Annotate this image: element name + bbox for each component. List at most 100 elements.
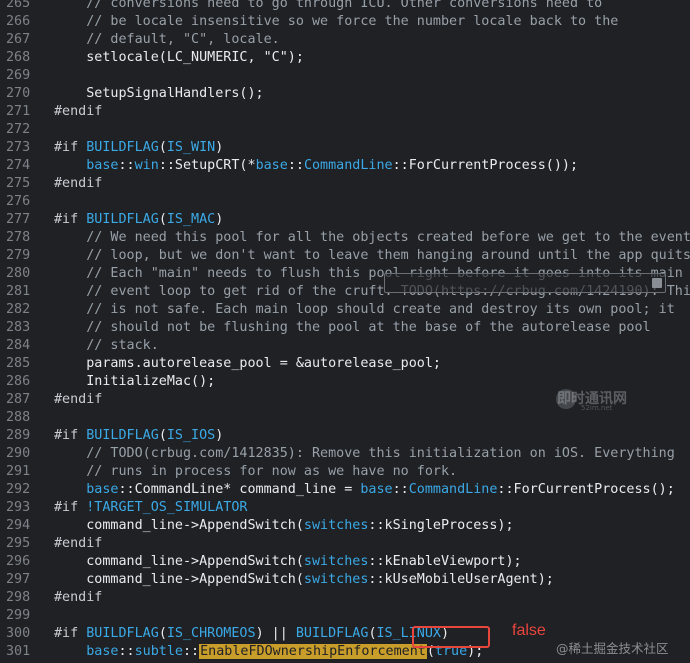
code-line[interactable]: 266 // be locale insensitive so we force… bbox=[0, 13, 690, 31]
line-number: 277 bbox=[6, 212, 31, 227]
code-token: IS_IOS bbox=[166, 428, 216, 443]
line-number: 295 bbox=[6, 536, 31, 551]
code-line[interactable]: 298 #endif bbox=[0, 589, 690, 607]
code-line[interactable]: 295 #endif bbox=[0, 535, 690, 553]
watermark-footer: @稀土掘金技术社区 bbox=[556, 641, 669, 656]
line-number: 266 bbox=[6, 14, 31, 29]
code-token: ::ForCurrentProcess(); bbox=[497, 482, 675, 497]
code-text: #if BUILDFLAG(IS_IOS) bbox=[54, 427, 223, 445]
code-token: BUILDFLAG bbox=[86, 428, 159, 443]
line-number: 294 bbox=[6, 518, 31, 533]
code-token: switches bbox=[303, 554, 369, 569]
code-token: :: bbox=[118, 644, 135, 659]
line-number: 268 bbox=[6, 50, 31, 65]
code-token: #if bbox=[54, 500, 87, 515]
code-token: // We need this pool for all the objects… bbox=[54, 230, 690, 245]
code-line[interactable]: 273 #if BUILDFLAG(IS_WIN) bbox=[0, 139, 690, 157]
code-editor[interactable]: 265 // conversions need to go through IC… bbox=[0, 0, 690, 663]
line-number: 285 bbox=[6, 356, 31, 371]
code-token: ::ForCurrentProcess()); bbox=[392, 158, 579, 173]
code-text: InitializeMac(); bbox=[54, 373, 215, 391]
code-line[interactable]: 270 SetupSignalHandlers(); bbox=[0, 85, 690, 103]
code-token: base bbox=[255, 158, 288, 173]
code-token: SetupSignalHandlers(); bbox=[54, 86, 264, 101]
code-line[interactable]: 292 base::CommandLine* command_line = ba… bbox=[0, 481, 690, 499]
code-token: switches bbox=[303, 572, 369, 587]
code-line[interactable]: 268 setlocale(LC_NUMERIC, "C"); bbox=[0, 49, 690, 67]
code-token: command_line->AppendSwitch( bbox=[54, 518, 304, 533]
line-number: 267 bbox=[6, 32, 31, 47]
code-line[interactable]: 283 // should not be flushing the pool a… bbox=[0, 319, 690, 337]
watermark-sub: 52im.net bbox=[581, 404, 613, 412]
code-text: params.autorelease_pool = &autorelease_p… bbox=[54, 355, 441, 373]
line-number: 275 bbox=[6, 176, 31, 191]
code-line[interactable]: 294 command_line->AppendSwitch(switches:… bbox=[0, 517, 690, 535]
code-token: // should not be flushing the pool at th… bbox=[54, 320, 651, 335]
code-line[interactable]: 274 base::win::SetupCRT(*base::CommandLi… bbox=[0, 157, 690, 175]
code-line[interactable]: 279 // loop, but we don't want to leave … bbox=[0, 247, 690, 265]
code-text: #endif bbox=[54, 391, 102, 409]
code-token: // default, "C", locale. bbox=[54, 32, 280, 47]
code-token: #if bbox=[54, 626, 87, 641]
code-line[interactable]: 284 // stack. bbox=[0, 337, 690, 355]
code-token: ::kUseMobileUserAgent); bbox=[368, 572, 554, 587]
line-number: 273 bbox=[6, 140, 31, 155]
code-line[interactable]: 265 // conversions need to go through IC… bbox=[0, 0, 690, 13]
code-token: switches bbox=[303, 518, 369, 533]
code-token: :: bbox=[183, 644, 200, 659]
code-token: // be locale insensitive so we force the… bbox=[54, 14, 619, 29]
line-number: 274 bbox=[6, 158, 31, 173]
code-token: ::SetupCRT(* bbox=[158, 158, 256, 173]
code-line[interactable]: 285 params.autorelease_pool = &autorelea… bbox=[0, 355, 690, 373]
link-icon[interactable] bbox=[652, 278, 662, 288]
line-number: 296 bbox=[6, 554, 31, 569]
code-line[interactable]: 296 command_line->AppendSwitch(switches:… bbox=[0, 553, 690, 571]
code-line[interactable]: 299 bbox=[0, 607, 690, 625]
code-text: // should not be flushing the pool at th… bbox=[54, 319, 651, 337]
code-token: // stack. bbox=[54, 338, 159, 353]
code-text: #endif bbox=[54, 589, 102, 607]
code-token: command_line->AppendSwitch( bbox=[54, 572, 304, 587]
code-line[interactable]: 267 // default, "C", locale. bbox=[0, 31, 690, 49]
code-token: BUILDFLAG bbox=[86, 140, 159, 155]
code-token: #if bbox=[54, 428, 87, 443]
code-text: command_line->AppendSwitch(switches::kSi… bbox=[54, 517, 513, 535]
code-token: params.autorelease_pool = &autorelease_p… bbox=[54, 356, 441, 371]
code-text: SetupSignalHandlers(); bbox=[54, 85, 264, 103]
code-token: // is not safe. Each main loop should cr… bbox=[54, 302, 675, 317]
code-token: base bbox=[360, 482, 393, 497]
line-number: 288 bbox=[6, 410, 31, 425]
code-line[interactable]: 276 bbox=[0, 193, 690, 211]
code-line[interactable]: 291 // runs in process for now as we hav… bbox=[0, 463, 690, 481]
code-token: :: bbox=[118, 158, 135, 173]
line-number: 301 bbox=[6, 644, 31, 659]
line-number: 270 bbox=[6, 86, 31, 101]
code-line[interactable]: 278 // We need this pool for all the obj… bbox=[0, 229, 690, 247]
code-line[interactable]: 275 #endif bbox=[0, 175, 690, 193]
code-token: // loop, but we don't want to leave them… bbox=[54, 248, 690, 263]
code-line[interactable]: 289 #if BUILDFLAG(IS_IOS) bbox=[0, 427, 690, 445]
code-line[interactable]: 271 #endif bbox=[0, 103, 690, 121]
code-text: #if BUILDFLAG(IS_WIN) bbox=[54, 139, 223, 157]
code-token: ( bbox=[158, 428, 167, 443]
code-line[interactable]: 282 // is not safe. Each main loop shoul… bbox=[0, 301, 690, 319]
highlighted-token: EnableFDOwnershipEnforcement bbox=[199, 644, 427, 659]
code-token: #endif bbox=[54, 590, 103, 605]
line-number: 297 bbox=[6, 572, 31, 587]
code-line[interactable]: 290 // TODO(crbug.com/1412835): Remove t… bbox=[0, 445, 690, 463]
annotation-note: false bbox=[512, 622, 546, 639]
code-line[interactable]: 293 #if !TARGET_OS_SIMULATOR bbox=[0, 499, 690, 517]
code-token: // TODO(crbug.com/1412835): Remove this … bbox=[54, 446, 675, 461]
line-number: 287 bbox=[6, 392, 31, 407]
code-token: #if bbox=[54, 212, 87, 227]
code-line[interactable]: 297 command_line->AppendSwitch(switches:… bbox=[0, 571, 690, 589]
code-line[interactable]: 277 #if BUILDFLAG(IS_MAC) bbox=[0, 211, 690, 229]
code-text: #endif bbox=[54, 175, 102, 193]
code-token: command_line->AppendSwitch( bbox=[54, 554, 304, 569]
code-line[interactable]: 272 bbox=[0, 121, 690, 139]
code-line[interactable]: 269 bbox=[0, 67, 690, 85]
code-token: base bbox=[86, 158, 119, 173]
code-text: #if BUILDFLAG(IS_MAC) bbox=[54, 211, 223, 229]
line-number: 291 bbox=[6, 464, 31, 479]
code-token: ( bbox=[158, 626, 167, 641]
